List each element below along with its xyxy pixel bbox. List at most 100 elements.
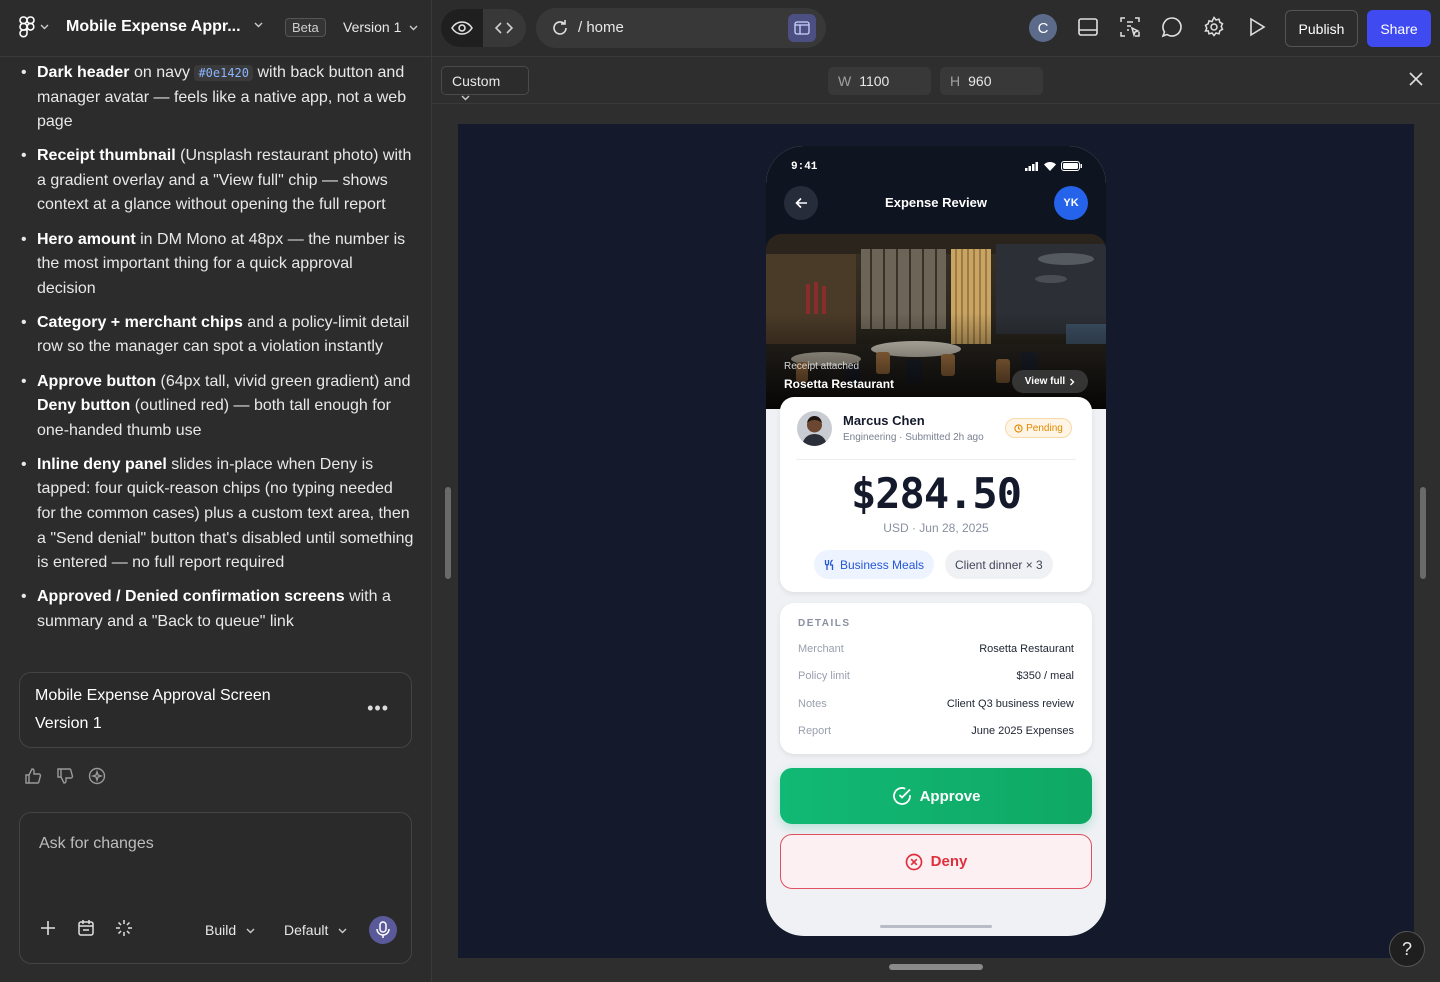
- figma-logo-menu[interactable]: [18, 16, 49, 38]
- inspect-icon[interactable]: [1118, 15, 1142, 39]
- share-button[interactable]: Share: [1367, 10, 1431, 47]
- feedback-actions: [24, 767, 106, 785]
- chat-input-box: Ask for changes Build Default: [19, 812, 412, 964]
- app-window: Mobile Expense Appr... Beta Version 1 / …: [0, 0, 1440, 982]
- receipt-merchant: Rosetta Restaurant: [784, 377, 895, 391]
- publish-button[interactable]: Publish: [1285, 10, 1358, 47]
- chevron-right-icon: [1070, 378, 1075, 385]
- list-item: Inline deny panel slides in-place when D…: [18, 453, 414, 576]
- calendar-icon[interactable]: [77, 919, 95, 937]
- status-badge: Pending: [1005, 418, 1072, 438]
- top-bar: Mobile Expense Appr... Beta Version 1 / …: [0, 0, 1440, 57]
- layout-panel-button[interactable]: [788, 14, 816, 42]
- chat-panel: Dark header on navy #0e1420 with back bu…: [0, 57, 432, 982]
- version-selector-label: Version 1: [343, 19, 402, 35]
- detail-value: June 2025 Expenses: [971, 725, 1074, 737]
- project-title[interactable]: Mobile Expense Appr...: [66, 18, 241, 36]
- x-circle-icon: [905, 853, 923, 870]
- view-full-button[interactable]: View full: [1012, 370, 1088, 393]
- help-button[interactable]: ?: [1389, 931, 1425, 967]
- url-bar: / home: [536, 8, 826, 48]
- detail-value: $350 / meal: [1016, 670, 1074, 682]
- mode-selector[interactable]: Build: [205, 922, 255, 938]
- canvas-area: Custom W 1100 H 960 9:41 Expense Review …: [432, 57, 1440, 982]
- chevron-down-icon: [338, 928, 347, 934]
- note-text: (64px tall, vivid green gradient) and: [156, 372, 411, 390]
- code-mode-button[interactable]: [483, 9, 525, 47]
- comment-icon[interactable]: [1160, 15, 1184, 39]
- url-path[interactable]: / home: [578, 19, 624, 36]
- preview-frame: 9:41 Expense Review YK Receipt attached …: [458, 124, 1414, 958]
- receipt-caption: Receipt attached: [784, 361, 860, 372]
- employee-avatar: [797, 411, 832, 446]
- thumbs-down-icon[interactable]: [56, 767, 74, 785]
- approve-button-label: Approve: [919, 787, 981, 805]
- close-icon[interactable]: [1408, 71, 1424, 92]
- magic-wand-icon[interactable]: [115, 919, 133, 937]
- note-emphasis: Inline deny panel: [37, 455, 167, 473]
- employee-name: Marcus Chen: [843, 413, 925, 428]
- color-code: #0e1420: [194, 65, 254, 81]
- chevron-down-icon: [246, 928, 255, 934]
- beta-badge: Beta: [285, 18, 326, 37]
- project-menu-chevron-icon[interactable]: [254, 19, 263, 31]
- detail-label: Notes: [798, 698, 827, 710]
- version-card[interactable]: Mobile Expense Approval Screen Version 1…: [19, 672, 412, 748]
- settings-gear-icon[interactable]: [1202, 15, 1226, 39]
- deny-button[interactable]: Deny: [780, 834, 1092, 889]
- panel-toggle-icon[interactable]: [1076, 15, 1100, 39]
- horizontal-scrollbar[interactable]: [889, 964, 983, 970]
- more-options-icon[interactable]: •••: [367, 698, 389, 719]
- model-selector[interactable]: Default: [284, 922, 347, 938]
- wifi-icon: [1044, 161, 1056, 171]
- width-field[interactable]: W 1100: [828, 67, 931, 95]
- microphone-icon: [376, 921, 390, 938]
- check-circle-icon: [892, 787, 911, 805]
- detail-label: Report: [798, 725, 832, 737]
- device-preset-dropdown[interactable]: Custom: [441, 66, 529, 101]
- merchant-chip: Client dinner × 3: [945, 550, 1053, 579]
- chat-input[interactable]: Ask for changes: [39, 835, 154, 853]
- manager-avatar[interactable]: YK: [1054, 186, 1088, 220]
- height-value: 960: [968, 73, 992, 89]
- version-card-title: Mobile Expense Approval Screen: [35, 687, 271, 704]
- vertical-scrollbar-right[interactable]: [1420, 487, 1426, 579]
- play-icon[interactable]: [1245, 15, 1269, 39]
- vertical-scrollbar-left[interactable]: [445, 487, 451, 579]
- list-item: Receipt thumbnail (Unsplash restaurant p…: [18, 144, 414, 218]
- expense-amount: $284.50: [850, 469, 1022, 518]
- user-avatar[interactable]: C: [1029, 14, 1057, 42]
- category-chip: Business Meals: [814, 550, 935, 579]
- sparkle-settings-icon[interactable]: [88, 767, 106, 785]
- note-emphasis: Approved / Denied confirmation screens: [37, 588, 345, 606]
- list-item: Approved / Denied confirmation screens w…: [18, 585, 414, 634]
- chevron-down-icon: [409, 25, 418, 31]
- phone-mockup: 9:41 Expense Review YK Receipt attached …: [766, 146, 1106, 936]
- device-preset-label: Custom: [452, 73, 501, 89]
- reload-icon[interactable]: [550, 18, 570, 43]
- microphone-button[interactable]: [369, 916, 397, 944]
- note-emphasis: Receipt thumbnail: [37, 147, 176, 165]
- approve-button[interactable]: Approve: [780, 768, 1092, 824]
- note-emphasis: Category + merchant chips: [37, 313, 243, 331]
- add-icon[interactable]: [39, 919, 57, 937]
- width-value: 1100: [859, 73, 890, 89]
- details-heading: DETAILS: [798, 618, 851, 629]
- employee-meta: Engineering · Submitted 2h ago: [843, 432, 984, 443]
- note-text: slides in-place when Deny is tapped: fou…: [37, 455, 414, 572]
- details-card: DETAILS Merchant Rosetta Restaurant Poli…: [780, 603, 1092, 754]
- category-chip-label: Business Meals: [840, 557, 925, 572]
- preview-mode-button[interactable]: [441, 9, 483, 47]
- status-time: 9:41: [791, 161, 818, 173]
- detail-label: Policy limit: [798, 670, 850, 682]
- version-selector[interactable]: Version 1: [343, 19, 418, 35]
- detail-value: Rosetta Restaurant: [979, 643, 1074, 655]
- chevron-down-icon: [461, 95, 470, 101]
- height-field[interactable]: H 960: [940, 67, 1043, 95]
- receipt-thumbnail[interactable]: Receipt attached Rosetta Restaurant View…: [766, 234, 1106, 409]
- detail-value: Client Q3 business review: [946, 698, 1074, 710]
- thumbs-up-icon[interactable]: [24, 767, 42, 785]
- view-full-label: View full: [1024, 376, 1066, 387]
- battery-icon: [1061, 161, 1082, 171]
- home-indicator: [880, 925, 992, 928]
